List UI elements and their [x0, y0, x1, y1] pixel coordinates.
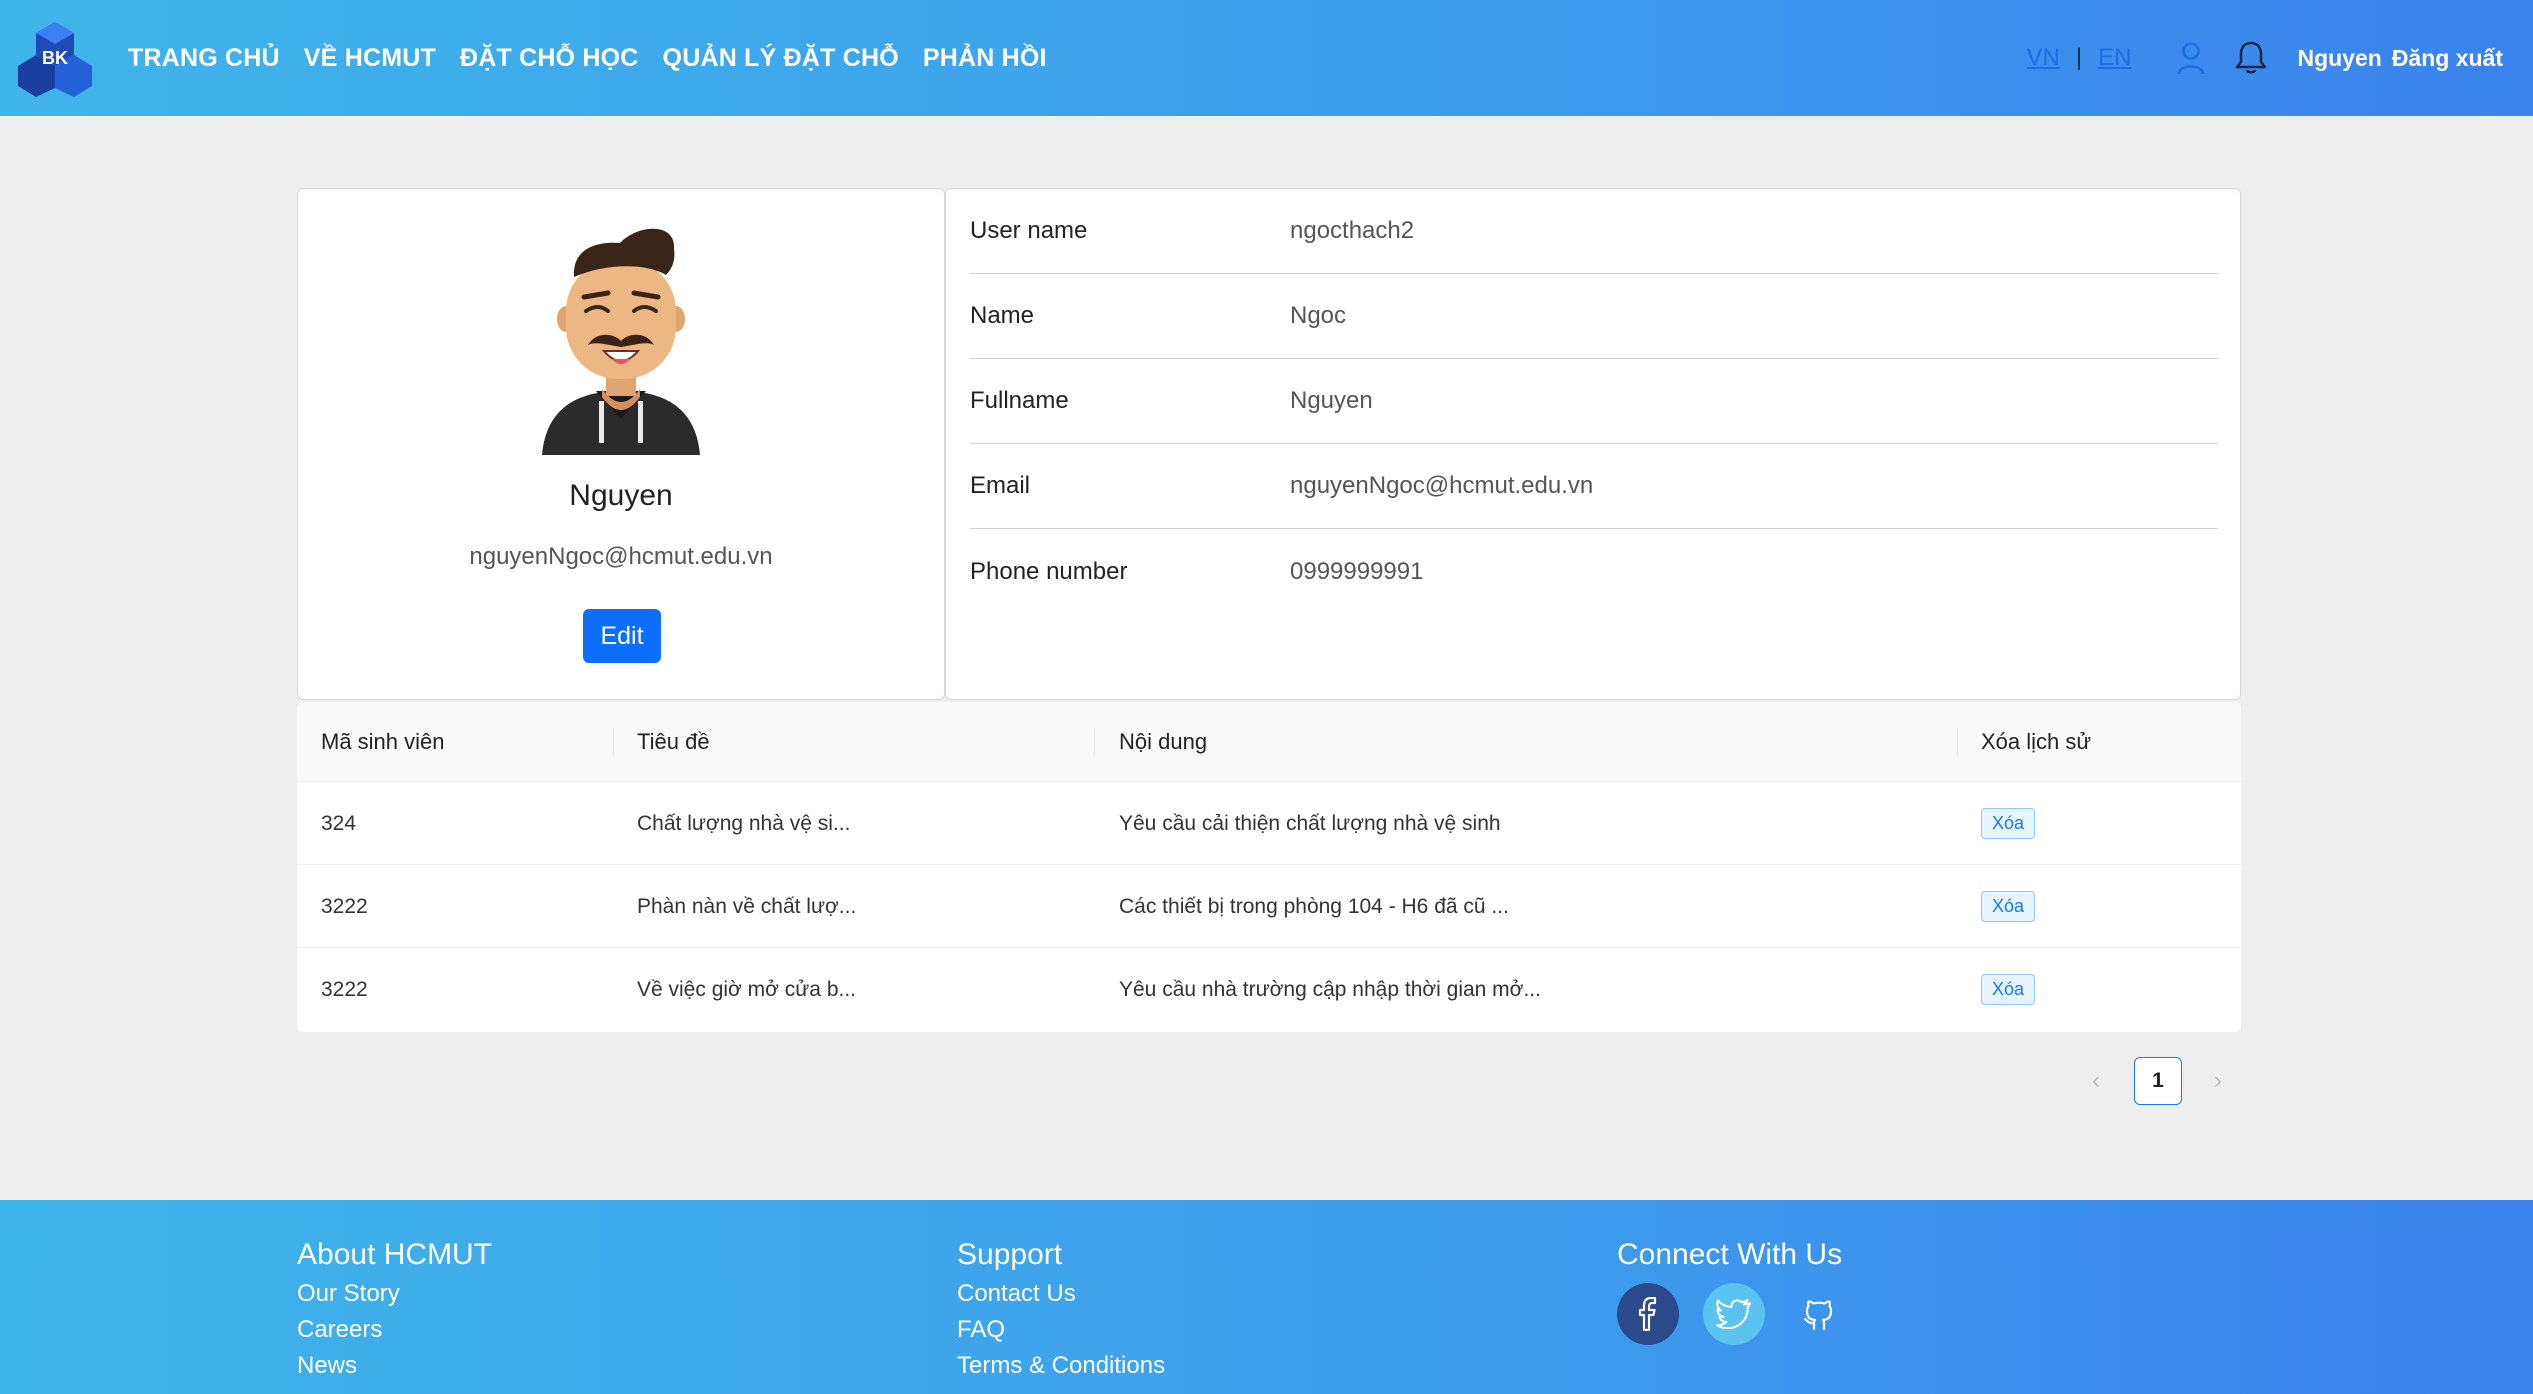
info-value: Ngoc	[1290, 302, 1347, 329]
column-header-title: Tiêu đề	[637, 729, 710, 754]
nav-link-home[interactable]: TRANG CHỦ	[128, 44, 280, 73]
table-header: Mã sinh viên Tiêu đề Nội dung Xóa lịch s…	[297, 702, 2241, 782]
user-info-card: User name ngocthach2 Name Ngoc Fullname …	[945, 188, 2241, 700]
feedback-history-table: Mã sinh viên Tiêu đề Nội dung Xóa lịch s…	[297, 702, 2241, 1032]
footer-link-contact-us[interactable]: Contact Us	[957, 1280, 1165, 1308]
pagination-prev-button[interactable]: ‹	[2076, 1058, 2116, 1104]
table-row: 324 Chất lượng nhà vệ si... Yêu cầu cải …	[297, 782, 2241, 865]
logo-text: BK	[42, 48, 68, 68]
nav-link-booking[interactable]: ĐẶT CHỖ HỌC	[460, 44, 639, 73]
bk-logo[interactable]: BK	[16, 20, 94, 98]
footer-link-terms[interactable]: Terms & Conditions	[957, 1352, 1165, 1380]
user-icon[interactable]	[2171, 38, 2211, 78]
delete-tag[interactable]: Xóa	[1981, 891, 2036, 922]
info-value: Nguyen	[1290, 387, 1373, 414]
edit-button[interactable]: Edit	[583, 609, 661, 663]
github-icon[interactable]	[1788, 1283, 1850, 1345]
top-navbar: BK TRANG CHỦ VỀ HCMUT ĐẶT CHỖ HỌC QUẢN L…	[0, 0, 2533, 116]
column-header-delete-history: Xóa lịch sử	[1981, 729, 2092, 754]
column-header-content: Nội dung	[1119, 729, 1208, 754]
info-row-username: User name ngocthach2	[970, 189, 2218, 274]
cell-title: Phàn nàn về chất lượ...	[637, 894, 857, 918]
cell-content: Yêu cầu cải thiện chất lượng nhà vệ sinh	[1119, 811, 1501, 835]
header-divider	[613, 728, 614, 756]
nav-link-feedback[interactable]: PHẢN HỒI	[923, 44, 1047, 73]
info-label: Fullname	[970, 387, 1069, 414]
footer-link-faq[interactable]: FAQ	[957, 1316, 1165, 1344]
facebook-icon[interactable]	[1617, 1283, 1679, 1345]
footer-about: About HCMUT Our Story Careers News	[297, 1200, 492, 1380]
cell-content: Các thiết bị trong phòng 104 - H6 đã cũ …	[1119, 894, 1509, 918]
nav-link-manage-booking[interactable]: QUẢN LÝ ĐẶT CHỖ	[663, 44, 899, 73]
cell-student-id: 324	[321, 811, 357, 835]
footer-support-title: Support	[957, 1238, 1063, 1271]
cell-content: Yêu cầu nhà trường cập nhập thời gian mở…	[1119, 977, 1541, 1001]
info-row-email: Email nguyenNgoc@hcmut.edu.vn	[970, 444, 2218, 529]
lang-separator: |	[2075, 44, 2083, 71]
info-value: ngocthach2	[1290, 217, 1415, 244]
footer-support: Support Contact Us FAQ Terms & Condition…	[957, 1200, 1165, 1380]
nav-link-about[interactable]: VỀ HCMUT	[304, 44, 436, 73]
lang-vn-link[interactable]: VN	[2027, 44, 2060, 72]
bell-icon[interactable]	[2231, 38, 2271, 78]
info-label: Phone number	[970, 557, 1128, 585]
pagination-next-button[interactable]: ›	[2198, 1058, 2238, 1104]
header-divider	[1957, 728, 1958, 756]
nav-right: VN | EN Nguyen Đăng xuất	[2027, 0, 2503, 116]
pagination-page-1[interactable]: 1	[2134, 1057, 2182, 1105]
footer-link-our-story[interactable]: Our Story	[297, 1280, 492, 1308]
delete-tag[interactable]: Xóa	[1981, 974, 2036, 1005]
cell-student-id: 3222	[321, 894, 368, 918]
column-header-student-id: Mã sinh viên	[321, 729, 445, 754]
cell-student-id: 3222	[321, 977, 368, 1001]
main-nav: TRANG CHỦ VỀ HCMUT ĐẶT CHỖ HỌC QUẢN LÝ Đ…	[128, 0, 1047, 116]
footer-connect-title: Connect With Us	[1617, 1238, 1843, 1271]
cell-title: Về việc giờ mở cửa b...	[637, 977, 857, 1001]
footer-connect: Connect With Us	[1617, 1200, 1842, 1272]
profile-email: nguyenNgoc@hcmut.edu.vn	[469, 543, 773, 570]
delete-tag[interactable]: Xóa	[1981, 808, 2036, 839]
user-name: Nguyen	[2297, 44, 2382, 71]
footer-link-careers[interactable]: Careers	[297, 1316, 492, 1344]
footer-about-title: About HCMUT	[297, 1238, 493, 1271]
info-label: User name	[970, 217, 1088, 244]
info-row-phone: Phone number 0999999991	[970, 529, 2218, 614]
cell-title: Chất lượng nhà vệ si...	[637, 811, 851, 835]
profile-card: Nguyen nguyenNgoc@hcmut.edu.vn Edit	[297, 188, 945, 700]
twitter-icon[interactable]	[1703, 1283, 1765, 1345]
footer: About HCMUT Our Story Careers News Suppo…	[0, 1200, 2533, 1394]
info-value: 0999999991	[1290, 557, 1424, 585]
info-label: Name	[970, 302, 1035, 329]
info-value: nguyenNgoc@hcmut.edu.vn	[1290, 472, 1594, 499]
logout-link[interactable]: Đăng xuất	[2392, 45, 2503, 72]
info-row-fullname: Fullname Nguyen	[970, 359, 2218, 444]
info-label: Email	[970, 472, 1031, 499]
lang-en-link[interactable]: EN	[2098, 44, 2131, 72]
table-row: 3222 Về việc giờ mở cửa b... Yêu cầu nhà…	[297, 948, 2241, 1031]
info-row-name: Name Ngoc	[970, 274, 2218, 359]
footer-link-news[interactable]: News	[297, 1352, 492, 1380]
table-row: 3222 Phàn nàn về chất lượ... Các thiết b…	[297, 865, 2241, 948]
header-divider	[1094, 728, 1095, 756]
profile-name: Nguyen	[569, 479, 673, 512]
avatar	[536, 219, 706, 459]
